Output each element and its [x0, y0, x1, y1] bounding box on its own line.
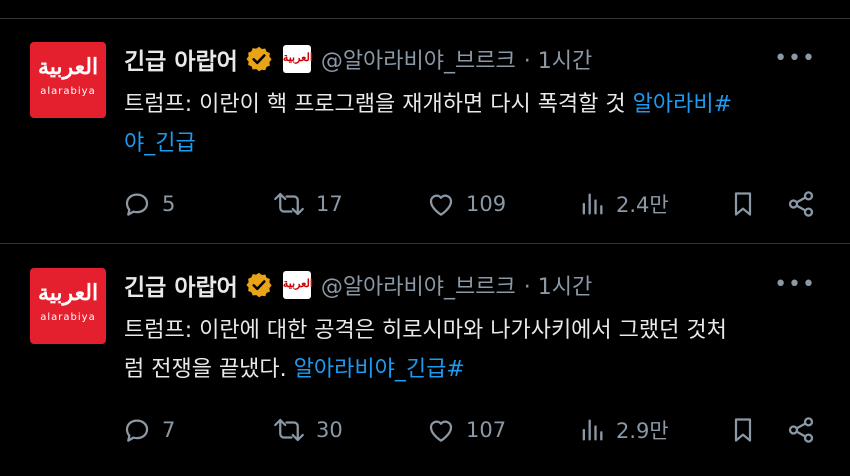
- avatar[interactable]: العربية alarabiya: [30, 268, 106, 344]
- tweet-text: 트럼프: 이란에 대한 공격은 히로시마와 나가사키에서 그랬던 것처 럼 전쟁…: [124, 311, 824, 389]
- bookmark-button[interactable]: [729, 410, 757, 450]
- retweet-icon: [274, 418, 304, 442]
- avatar-logo-latin: alarabiya: [40, 312, 96, 323]
- like-count: 107: [466, 418, 507, 442]
- views-chart-icon: [582, 193, 603, 215]
- views-count: 2.9만: [616, 419, 669, 443]
- hashtag-link-continued[interactable]: 야_긴급: [124, 131, 196, 156]
- retweet-count: 17: [316, 192, 343, 216]
- retweet-count: 30: [316, 418, 343, 442]
- bookmark-icon: [734, 418, 752, 442]
- tweet-text-line1: 트럼프: 이란에 대한 공격은 히로시마와 나가사키에서 그랬던 것처: [124, 318, 727, 343]
- affiliate-badge-text: العربية: [282, 277, 313, 290]
- retweet-button[interactable]: 30: [272, 410, 343, 450]
- display-name[interactable]: 긴급 아랍어: [124, 42, 238, 76]
- affiliate-badge[interactable]: العربية: [282, 45, 313, 73]
- handle[interactable]: @알아라비야_브르크: [321, 43, 516, 75]
- like-count: 109: [466, 192, 507, 216]
- avatar-logo-arabic: العربية: [37, 54, 99, 80]
- action-bar: 7 30 107 2.9만: [122, 410, 822, 450]
- views-button[interactable]: 2.9만: [578, 410, 669, 450]
- views-count: 2.4만: [616, 193, 669, 217]
- reply-count: 5: [162, 192, 176, 216]
- tweet-header: 긴급 아랍어 العربية @알아라비야_브르크 · 1시간: [124, 268, 592, 302]
- reply-button[interactable]: 5: [122, 184, 175, 224]
- share-button[interactable]: [786, 184, 816, 224]
- hashtag-link[interactable]: 알아라비#: [633, 92, 732, 117]
- handle[interactable]: @알아라비야_브르크: [321, 269, 516, 301]
- share-icon: [788, 191, 814, 217]
- bookmark-button[interactable]: [729, 184, 757, 224]
- retweet-button[interactable]: 17: [272, 184, 343, 224]
- views-button[interactable]: 2.4만: [578, 184, 669, 224]
- tweet-text: 트럼프: 이란이 핵 프로그램을 재개하면 다시 폭격할 것 알아라비# 야_긴…: [124, 85, 824, 163]
- avatar-logo-latin: alarabiya: [40, 86, 96, 97]
- action-bar: 5 17 109 2.4만: [122, 184, 822, 224]
- tweet[interactable]: العربية alarabiya 긴급 아랍어 العربية @알아라비야_…: [0, 268, 850, 468]
- bookmark-icon: [734, 192, 752, 216]
- more-options-icon[interactable]: •••: [774, 272, 816, 297]
- reply-button[interactable]: 7: [122, 410, 175, 450]
- timestamp[interactable]: · 1시간: [524, 43, 592, 75]
- affiliate-badge-text: العربية: [282, 51, 313, 64]
- reply-count: 7: [162, 418, 176, 442]
- avatar[interactable]: العربية alarabiya: [30, 42, 106, 118]
- top-divider: [0, 18, 850, 19]
- heart-icon: [429, 420, 453, 442]
- reply-icon: [125, 193, 149, 216]
- share-icon: [788, 417, 814, 443]
- share-button[interactable]: [786, 410, 816, 450]
- tweet-divider: [0, 243, 850, 244]
- like-button[interactable]: 107: [426, 410, 506, 450]
- like-button[interactable]: 109: [426, 184, 506, 224]
- views-chart-icon: [582, 419, 603, 441]
- hashtag-link[interactable]: 알아라비야_긴급#: [294, 357, 465, 382]
- display-name[interactable]: 긴급 아랍어: [124, 268, 238, 302]
- tweet-text-line2: 럼 전쟁을 끝냈다.: [124, 357, 294, 382]
- timestamp[interactable]: · 1시간: [524, 269, 592, 301]
- verified-badge-icon[interactable]: [245, 271, 273, 299]
- more-options-icon[interactable]: •••: [774, 46, 816, 71]
- tweet-text-content: 트럼프: 이란이 핵 프로그램을 재개하면 다시 폭격할 것: [124, 92, 633, 117]
- verified-badge-icon[interactable]: [245, 45, 273, 73]
- tweet[interactable]: العربية alarabiya 긴급 아랍어 العربية @알아라비야_…: [0, 42, 850, 242]
- affiliate-badge[interactable]: العربية: [282, 271, 313, 299]
- retweet-icon: [274, 192, 304, 216]
- avatar-logo-arabic: العربية: [37, 280, 99, 306]
- tweet-header: 긴급 아랍어 العربية @알아라비야_브르크 · 1시간: [124, 42, 592, 76]
- reply-icon: [125, 419, 149, 442]
- heart-icon: [429, 194, 453, 216]
